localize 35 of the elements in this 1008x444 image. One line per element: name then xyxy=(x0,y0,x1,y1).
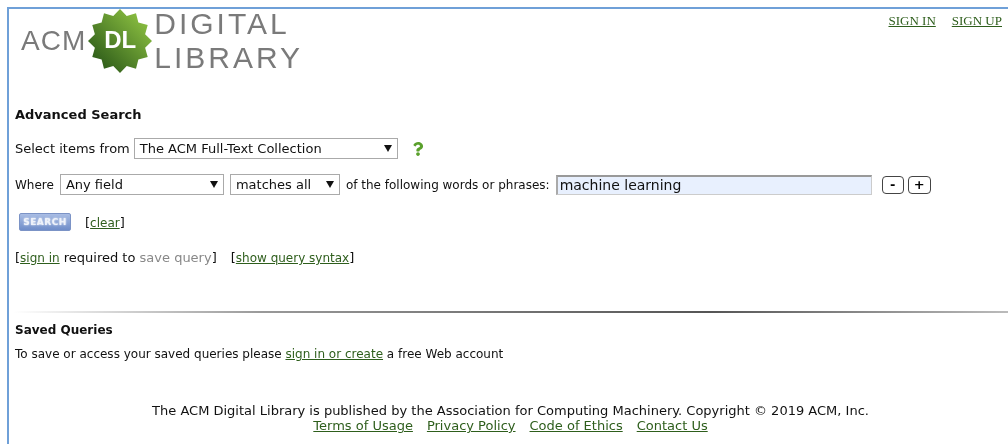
remove-row-button[interactable]: - xyxy=(881,175,904,194)
logo-text: LIBRARY xyxy=(154,41,304,75)
section-title: Saved Queries xyxy=(15,323,114,337)
search-field[interactable]: machine learning xyxy=(555,174,872,195)
footer-link[interactable]: Privacy Policy xyxy=(426,418,516,433)
copyright-text: The ACM Digital Library is published by the Association for Computing Machinery. Copyright © 2019 ACM, Inc. xyxy=(152,403,869,418)
star-logo-icon xyxy=(88,9,153,73)
caret-icon xyxy=(209,181,218,188)
field-label: Select items from xyxy=(15,141,130,156)
add-row-button[interactable]: + xyxy=(907,175,931,194)
field-label: of the following words or phrases: xyxy=(345,177,550,192)
logo-text: DIGITAL xyxy=(154,7,291,41)
field-select[interactable]: Any field xyxy=(59,174,224,195)
link[interactable]: show query syntax xyxy=(235,251,350,265)
caret-icon xyxy=(383,145,392,152)
footer-link[interactable]: Code of Ethics xyxy=(529,418,623,433)
account-link[interactable]: SIGN UP xyxy=(951,13,1002,29)
page-title: Advanced Search xyxy=(15,107,143,122)
saved-queries-text: To save or access your saved queries please sign in or create a free Web account xyxy=(15,347,504,361)
query-note: [show query syntax] xyxy=(230,250,355,265)
footer-link[interactable]: Contact Us xyxy=(636,418,708,433)
field-label: Where xyxy=(15,177,54,192)
help-icon[interactable] xyxy=(411,141,424,156)
query-note: [sign in required to save query] xyxy=(15,250,217,265)
link[interactable]: sign in xyxy=(20,251,60,265)
match-select[interactable]: matches all xyxy=(229,174,340,195)
logo-text: DL xyxy=(103,26,138,54)
clear-link-text: [clear] xyxy=(85,214,125,230)
footer-link[interactable]: Terms of Usage xyxy=(313,418,413,433)
link[interactable]: clear xyxy=(90,215,120,230)
collection-select[interactable]: The ACM Full-Text Collection xyxy=(133,138,398,159)
account-link[interactable]: SIGN IN xyxy=(888,13,936,29)
link[interactable]: sign in or create xyxy=(285,347,384,361)
caret-icon xyxy=(325,181,334,188)
logo-text: ACM xyxy=(21,25,87,57)
